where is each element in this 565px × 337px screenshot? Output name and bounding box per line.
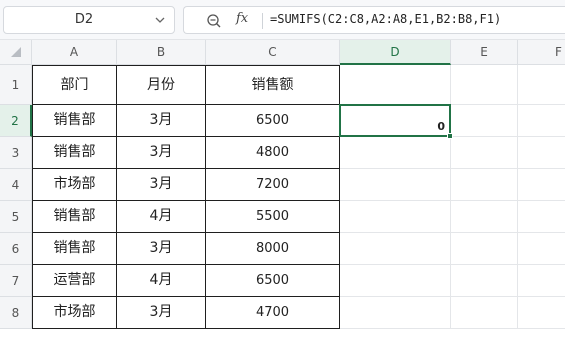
zoom-icon[interactable] (206, 13, 222, 29)
table-cell[interactable]: 8000 (206, 233, 340, 265)
table-cell[interactable]: 4月 (117, 201, 206, 233)
empty-cell[interactable] (518, 105, 565, 137)
empty-cell[interactable] (451, 233, 518, 265)
table-cell[interactable]: 3月 (117, 169, 206, 201)
select-all-icon (11, 47, 21, 57)
empty-cell[interactable] (340, 137, 451, 169)
column-header-a[interactable]: A (32, 40, 117, 65)
table-cell[interactable]: 5500 (206, 201, 340, 233)
formula-bar-area: D2 fx =SUMIFS(C2:C8,A2:A8,E1,B2:B8,F1) (0, 0, 565, 40)
table-cell[interactable]: 3月 (117, 233, 206, 265)
column-header-d[interactable]: D (340, 40, 451, 65)
empty-cell[interactable] (518, 265, 565, 297)
empty-cell[interactable] (451, 265, 518, 297)
selected-cell-value: 0 (437, 120, 445, 133)
empty-cell[interactable] (518, 201, 565, 233)
table-cell[interactable]: 销售部 (32, 233, 117, 265)
empty-cell[interactable] (340, 233, 451, 265)
empty-cell[interactable] (451, 169, 518, 201)
table-cell[interactable]: 6500 (206, 105, 340, 137)
empty-cell[interactable] (451, 297, 518, 329)
table-header-cell[interactable]: 月份 (117, 65, 206, 105)
table-cell[interactable]: 4700 (206, 297, 340, 329)
column-header-e[interactable]: E (451, 40, 518, 65)
select-all-corner[interactable] (0, 40, 32, 65)
empty-cell[interactable] (518, 169, 565, 201)
empty-cell[interactable] (340, 201, 451, 233)
table-cell[interactable]: 销售部 (32, 201, 117, 233)
empty-cell[interactable] (518, 297, 565, 329)
empty-cell[interactable] (340, 65, 451, 105)
table-header-cell[interactable]: 销售额 (206, 65, 340, 105)
chevron-down-icon[interactable] (154, 10, 166, 30)
table-cell[interactable]: 4月 (117, 265, 206, 297)
table-cell[interactable]: 销售部 (32, 105, 117, 137)
empty-cell[interactable] (340, 169, 451, 201)
empty-cell[interactable] (518, 137, 565, 169)
name-box-value[interactable]: D2 (4, 12, 164, 27)
row-header-7[interactable]: 7 (0, 265, 32, 297)
empty-cell[interactable] (451, 137, 518, 169)
formula-separator (262, 13, 263, 29)
row-header-4[interactable]: 4 (0, 169, 32, 201)
table-cell[interactable]: 市场部 (32, 169, 117, 201)
table-cell[interactable]: 运营部 (32, 265, 117, 297)
table-cell[interactable]: 3月 (117, 297, 206, 329)
empty-cell[interactable] (451, 105, 518, 137)
spreadsheet-grid: A B C D E F 1 2 3 4 5 6 7 8 部门 月份 销售额 销售部 3月 6500 销售部 3月 4800 市… (0, 40, 565, 337)
empty-cell[interactable] (518, 65, 565, 105)
function-icon[interactable]: fx (236, 11, 248, 26)
row-header-5[interactable]: 5 (0, 201, 32, 233)
table-cell[interactable]: 销售部 (32, 137, 117, 169)
column-header-f[interactable]: F (518, 40, 565, 65)
empty-cell[interactable] (451, 201, 518, 233)
empty-cell[interactable] (340, 265, 451, 297)
table-cell[interactable]: 6500 (206, 265, 340, 297)
table-cell[interactable]: 市场部 (32, 297, 117, 329)
row-header-1[interactable]: 1 (0, 65, 32, 105)
column-header-c[interactable]: C (206, 40, 340, 65)
formula-input-box[interactable]: fx =SUMIFS(C2:C8,A2:A8,E1,B2:B8,F1) (183, 6, 565, 34)
table-header-cell[interactable]: 部门 (32, 65, 117, 105)
empty-cell[interactable] (451, 65, 518, 105)
fill-handle[interactable] (447, 133, 453, 139)
column-header-b[interactable]: B (117, 40, 206, 65)
table-cell[interactable]: 3月 (117, 137, 206, 169)
empty-cell[interactable] (340, 297, 451, 329)
table-cell[interactable]: 4800 (206, 137, 340, 169)
empty-cell[interactable] (518, 233, 565, 265)
table-cell[interactable]: 3月 (117, 105, 206, 137)
table-cell[interactable]: 7200 (206, 169, 340, 201)
row-header-3[interactable]: 3 (0, 137, 32, 169)
formula-text[interactable]: =SUMIFS(C2:C8,A2:A8,E1,B2:B8,F1) (270, 12, 501, 26)
row-header-6[interactable]: 6 (0, 233, 32, 265)
row-header-2[interactable]: 2 (0, 105, 32, 137)
row-header-8[interactable]: 8 (0, 297, 32, 329)
name-box[interactable]: D2 (3, 6, 175, 34)
